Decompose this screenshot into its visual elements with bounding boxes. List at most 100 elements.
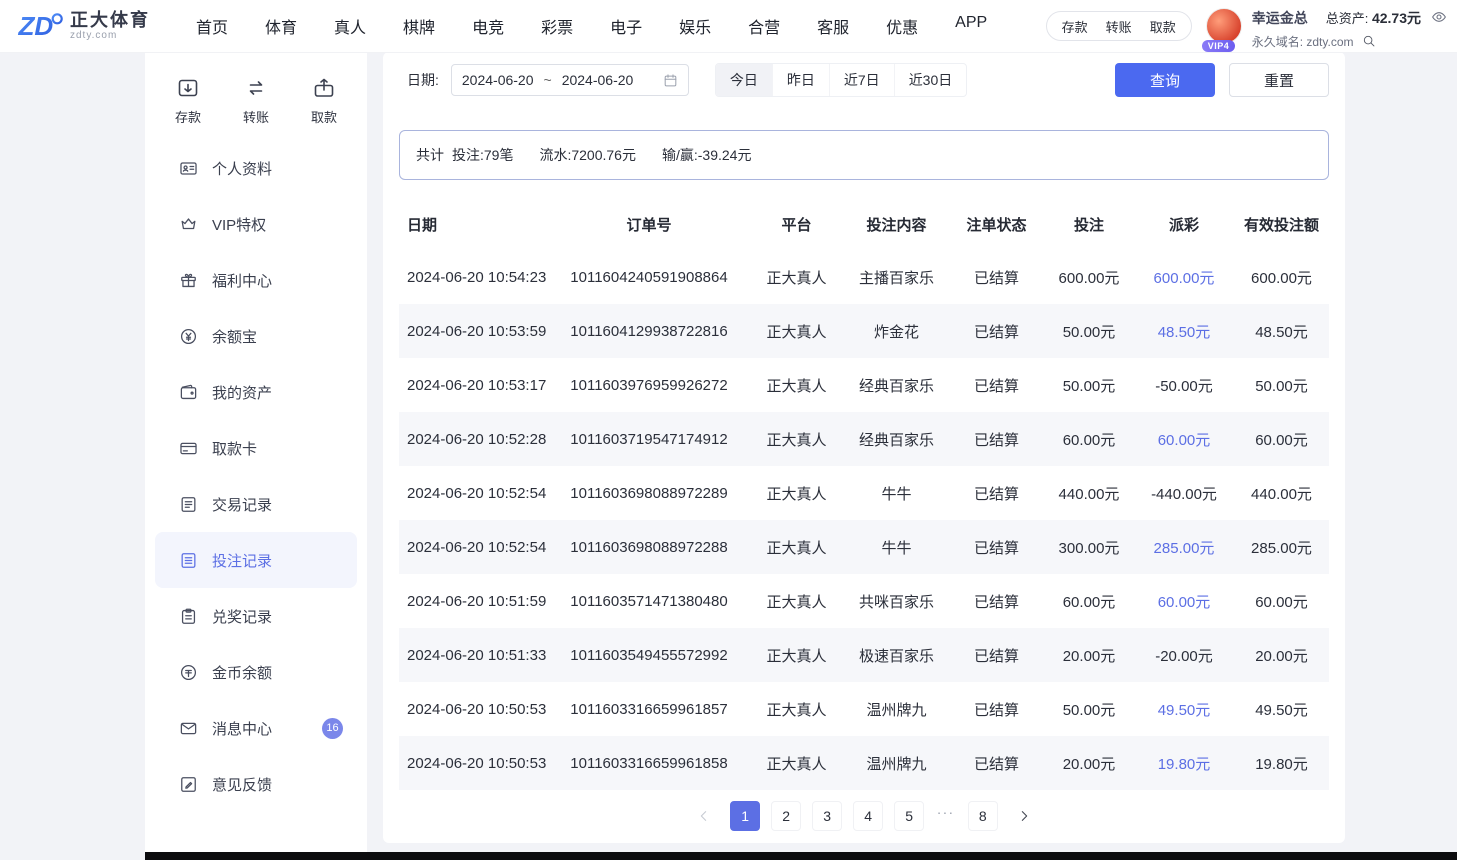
sidebar-item[interactable]: 消息中心16 [155, 700, 357, 756]
brand-name: 正大体育 [70, 11, 150, 31]
nav-item[interactable]: 优惠 [886, 14, 918, 38]
date-to: 2024-06-20 [562, 72, 634, 88]
chevron-left-icon [696, 808, 712, 824]
user-panel: VIP4 幸运金总 总资产: 42.73元 永久域名: zdty.com [1206, 3, 1447, 50]
sidebar-item[interactable]: 兑奖记录 [155, 588, 357, 644]
table-row: 2024-06-20 10:51:331011603549455572992正大… [399, 628, 1329, 682]
nav-item[interactable]: 彩票 [541, 14, 573, 38]
date-from: 2024-06-20 [462, 72, 534, 88]
shortcut-deposit[interactable]: 存款 [175, 76, 201, 126]
wallet-action[interactable]: 转账 [1097, 17, 1141, 36]
summary-item: 输/赢:-39.24元 [662, 145, 751, 165]
table-row: 2024-06-20 10:52:541011603698088972288正大… [399, 520, 1329, 574]
withdraw-icon [312, 76, 336, 100]
column-header: 有效投注额 [1234, 198, 1329, 250]
range-button[interactable]: 今日 [716, 64, 772, 96]
nav-item[interactable]: 体育 [265, 14, 297, 38]
range-button[interactable]: 昨日 [772, 64, 829, 96]
nav-item[interactable]: 首页 [196, 14, 228, 38]
table-head-row: 日期订单号平台投注内容注单状态投注派彩有效投注额 [399, 198, 1329, 250]
sidebar-item[interactable]: 投注记录 [155, 532, 357, 588]
sidebar-item[interactable]: 个人资料 [155, 140, 357, 196]
clipboard-icon [179, 607, 198, 626]
range-button[interactable]: 近7日 [829, 64, 894, 96]
bet-records-table: 日期订单号平台投注内容注单状态投注派彩有效投注额 2024-06-20 10:5… [399, 198, 1329, 790]
nav-item[interactable]: 客服 [817, 14, 849, 38]
sidebar-item[interactable]: 交易记录 [155, 476, 357, 532]
page-button[interactable]: 4 [853, 801, 883, 831]
column-header: 日期 [399, 198, 549, 250]
page-button[interactable]: 8 [968, 801, 998, 831]
nav-item[interactable]: APP [955, 14, 987, 38]
assets-value: 42.73元 [1372, 10, 1421, 26]
column-header: 派彩 [1134, 198, 1234, 250]
unread-badge: 16 [322, 718, 343, 739]
vip-badge: VIP4 [1202, 40, 1236, 52]
feedback-icon [179, 775, 198, 794]
table-row: 2024-06-20 10:53:171011603976959926272正大… [399, 358, 1329, 412]
sidebar-item[interactable]: VIP特权 [155, 196, 357, 252]
search-icon [1362, 34, 1376, 48]
coins-icon [179, 663, 198, 682]
page-button[interactable]: 2 [771, 801, 801, 831]
page-button[interactable]: 1 [730, 801, 760, 831]
summary-bar: 共计 投注:79笔 流水:7200.76元 输/赢:-39.24元 [399, 130, 1329, 180]
summary-item: 投注:79笔 [452, 145, 513, 165]
user-name: 幸运金总 [1252, 8, 1308, 28]
date-separator: ~ [544, 72, 552, 88]
column-header: 订单号 [549, 198, 749, 250]
brand-logo[interactable]: ZD 正大体育 zdty.com [16, 8, 150, 44]
nav-item[interactable]: 电竞 [472, 14, 504, 38]
sidebar-item[interactable]: 福利中心 [155, 252, 357, 308]
sidebar-item[interactable]: 我的资产 [155, 364, 357, 420]
table-row: 2024-06-20 10:54:231011604240591908864正大… [399, 250, 1329, 304]
transfer-icon [244, 76, 268, 100]
table-row: 2024-06-20 10:53:591011604129938722816正大… [399, 304, 1329, 358]
chevron-right-icon [1016, 808, 1032, 824]
column-header: 注单状态 [949, 198, 1044, 250]
range-button[interactable]: 近30日 [894, 64, 967, 96]
doc-icon [179, 551, 198, 570]
nav-item[interactable]: 合营 [748, 14, 780, 38]
nav-item[interactable]: 真人 [334, 14, 366, 38]
bet-records-panel: 日期: 2024-06-20 ~ 2024-06-20 今日昨日近7日近30日 … [383, 52, 1345, 843]
wallet-action[interactable]: 取款 [1141, 17, 1185, 36]
sidebar-item[interactable]: 意见反馈 [155, 756, 357, 812]
page-button[interactable]: 5 [894, 801, 924, 831]
brand-mark-icon: ZD [16, 8, 66, 44]
mail-icon [179, 719, 198, 738]
assets-label: 总资产: [1326, 11, 1369, 26]
page-button[interactable]: 3 [812, 801, 842, 831]
prev-page-button[interactable] [689, 801, 719, 831]
summary-prefix: 共计 [416, 145, 444, 165]
page-list: 12345...8 [730, 801, 998, 831]
sidebar-shortcuts: 存款转账取款 [145, 76, 367, 126]
shortcut-withdraw[interactable]: 取款 [311, 76, 337, 126]
wallet-action[interactable]: 存款 [1053, 17, 1097, 36]
next-page-button[interactable] [1009, 801, 1039, 831]
top-header: ZD 正大体育 zdty.com 首页 体育 真人 棋牌 电竞 彩票 电子 娱乐 合营 客服 优惠 A… [0, 0, 1457, 52]
table-row: 2024-06-20 10:50:531011603316659961858正大… [399, 736, 1329, 790]
idcard-icon [179, 159, 198, 178]
search-button[interactable]: 查询 [1115, 63, 1215, 97]
calendar-icon [663, 73, 678, 88]
sidebar-item[interactable]: 取款卡 [155, 420, 357, 476]
nav-item[interactable]: 棋牌 [403, 14, 435, 38]
toggle-balance[interactable] [1431, 9, 1447, 27]
list-icon [179, 495, 198, 514]
main-nav: 首页 体育 真人 棋牌 电竞 彩票 电子 娱乐 合营 客服 优惠 APP [196, 14, 987, 38]
date-range-input[interactable]: 2024-06-20 ~ 2024-06-20 [451, 64, 689, 96]
avatar[interactable] [1206, 8, 1242, 44]
sidebar-menu: 个人资料VIP特权福利中心余额宝我的资产取款卡交易记录投注记录兑奖记录金币余额消… [145, 140, 367, 812]
assets-icon [179, 383, 198, 402]
summary-item: 流水:7200.76元 [539, 145, 636, 165]
reset-button[interactable]: 重置 [1229, 63, 1329, 97]
crown-icon [179, 215, 198, 234]
bottom-bar [145, 852, 1457, 860]
nav-item[interactable]: 娱乐 [679, 14, 711, 38]
domain-search[interactable] [1362, 34, 1376, 49]
sidebar-item[interactable]: 余额宝 [155, 308, 357, 364]
sidebar-item[interactable]: 金币余额 [155, 644, 357, 700]
nav-item[interactable]: 电子 [610, 14, 642, 38]
shortcut-transfer[interactable]: 转账 [243, 76, 269, 126]
